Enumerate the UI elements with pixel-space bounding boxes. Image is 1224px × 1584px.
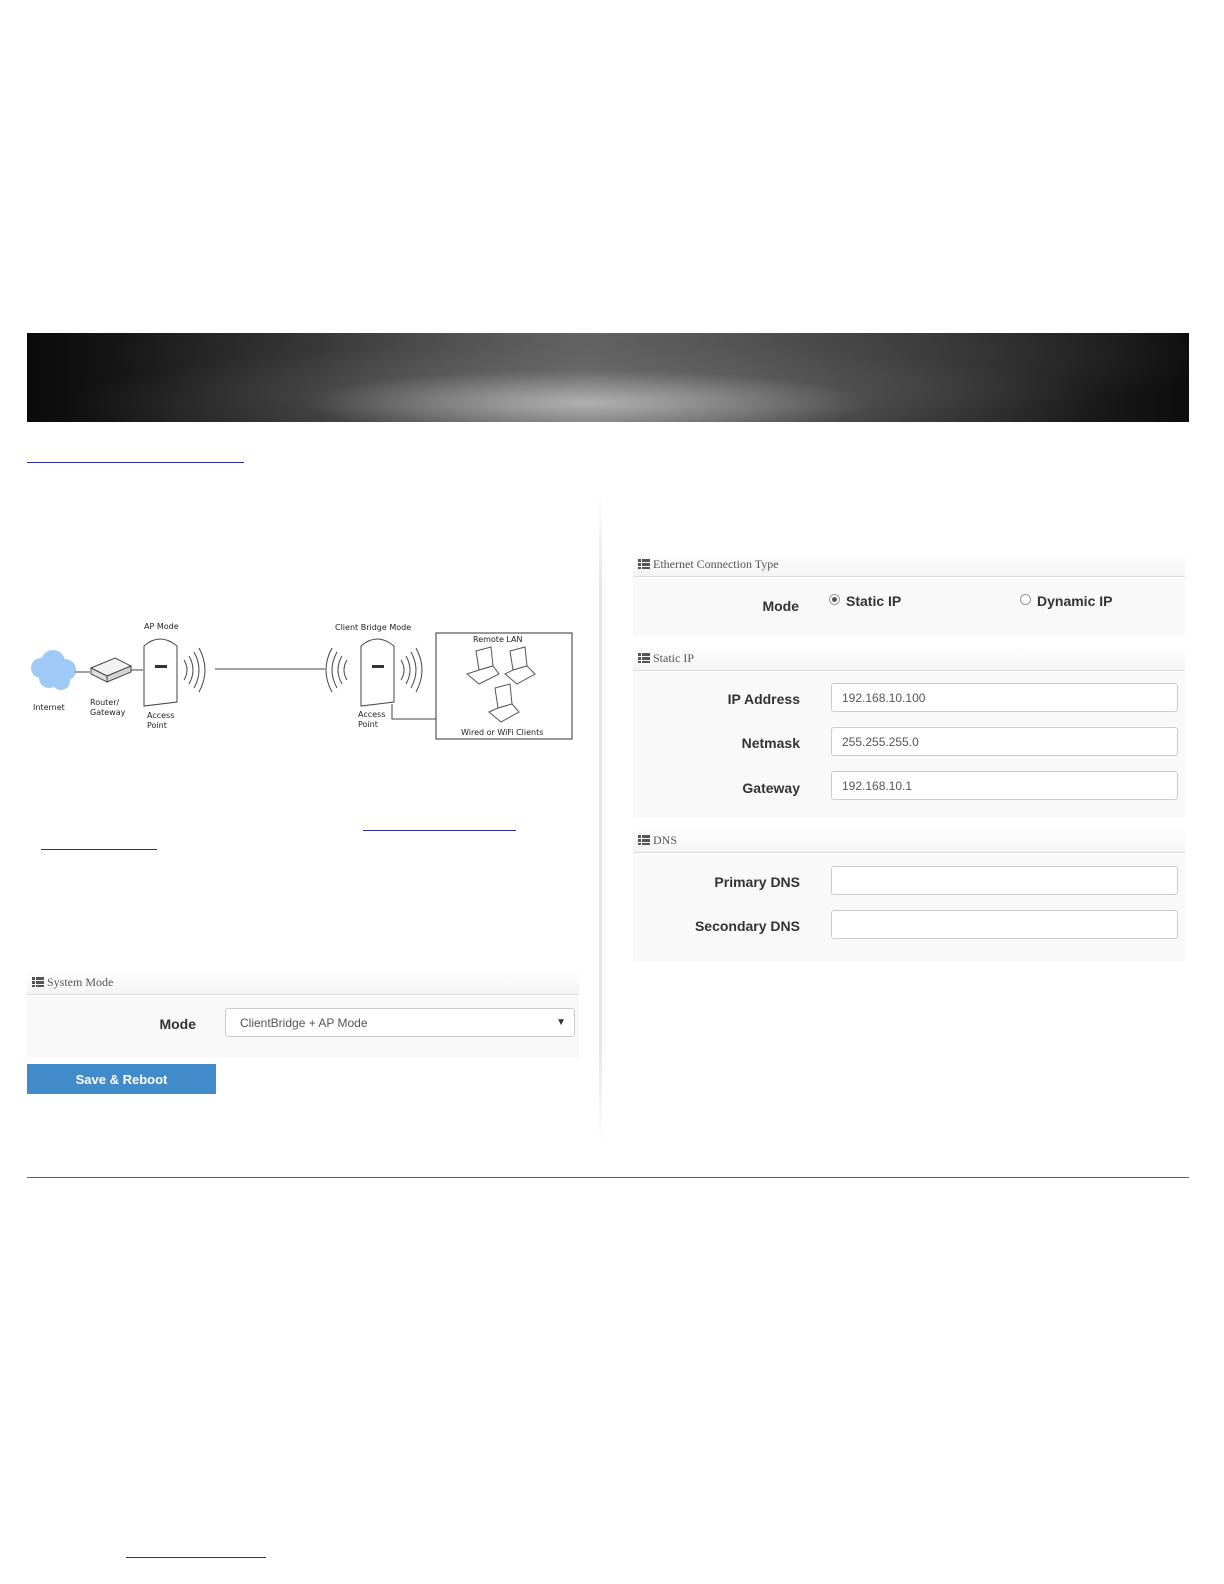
ip-address-input[interactable]: 192.168.10.100 [831, 683, 1178, 712]
static-ip-panel-body: IP Address 192.168.10.100 Netmask 255.25… [633, 672, 1185, 818]
ethernet-panel-body: Mode Static IP Dynamic IP [633, 578, 1185, 636]
system-mode-panel-body: Mode ClientBridge + AP Mode ▼ [27, 996, 579, 1058]
column-divider [599, 490, 602, 1145]
static-ip-label[interactable]: Static IP [846, 593, 901, 609]
document-link-1[interactable] [363, 830, 516, 831]
label-point-1: Point [147, 721, 167, 730]
list-icon [32, 977, 44, 987]
gateway-input[interactable]: 192.168.10.1 [831, 771, 1178, 800]
network-diagram: Internet Router/ Gateway AP Mode Access … [31, 622, 573, 740]
access-point-icon [143, 638, 178, 707]
list-icon [638, 653, 650, 663]
mode-label: Mode [159, 1016, 196, 1032]
ethernet-panel-header: Ethernet Connection Type [633, 552, 1185, 577]
mode-select-value: ClientBridge + AP Mode [240, 1015, 368, 1030]
router-icon [89, 657, 133, 683]
access-point-icon [360, 638, 395, 707]
label-access-1: Access [147, 711, 174, 720]
dns-panel-body: Primary DNS Secondary DNS [633, 854, 1185, 962]
section-heading-underline [27, 462, 244, 463]
footer-link[interactable] [126, 1557, 266, 1558]
system-mode-panel-header: System Mode [27, 970, 579, 995]
primary-dns-label: Primary DNS [714, 874, 800, 890]
system-mode-panel-title: System Mode [47, 974, 114, 989]
label-clients: Wired or WiFi Clients [461, 728, 543, 737]
static-ip-panel-header: Static IP [633, 646, 1185, 671]
mode-select[interactable]: ClientBridge + AP Mode ▼ [225, 1008, 575, 1037]
ip-address-value: 192.168.10.100 [842, 690, 926, 705]
dynamic-ip-radio[interactable] [1020, 594, 1031, 605]
header-banner [27, 333, 1189, 422]
primary-dns-input[interactable] [831, 866, 1178, 895]
chevron-down-icon: ▼ [556, 1017, 566, 1028]
label-remote-lan: Remote LAN [473, 635, 523, 644]
ethernet-mode-label: Mode [762, 598, 799, 614]
label-point-2: Point [358, 720, 378, 729]
label-client-bridge-mode: Client Bridge Mode [335, 623, 411, 632]
gateway-value: 192.168.10.1 [842, 778, 913, 793]
gateway-label: Gateway [742, 780, 800, 796]
label-router: Router/ [90, 698, 120, 707]
internet-cloud-icon [31, 650, 76, 690]
dns-panel-header: DNS [633, 828, 1185, 853]
label-access-2: Access [358, 710, 385, 719]
label-ap-mode: AP Mode [144, 622, 179, 631]
dns-panel-title: DNS [653, 832, 678, 847]
secondary-dns-label: Secondary DNS [694, 918, 800, 934]
netmask-value: 255.255.255.0 [842, 734, 919, 749]
netmask-label: Netmask [741, 735, 800, 751]
ethernet-panel-title: Ethernet Connection Type [653, 556, 779, 571]
list-icon [638, 559, 650, 569]
footer-rule [27, 1177, 1189, 1178]
document-link-2[interactable] [41, 849, 157, 850]
list-icon [638, 835, 650, 845]
static-ip-radio[interactable] [829, 594, 840, 605]
netmask-input[interactable]: 255.255.255.0 [831, 727, 1178, 756]
secondary-dns-input[interactable] [831, 910, 1178, 939]
ip-address-label: IP Address [727, 691, 800, 707]
save-reboot-button[interactable]: Save & Reboot [27, 1064, 216, 1094]
static-ip-panel-title: Static IP [653, 650, 694, 665]
label-internet: Internet [33, 703, 65, 712]
label-gateway: Gateway [90, 708, 126, 717]
dynamic-ip-label[interactable]: Dynamic IP [1037, 593, 1112, 609]
